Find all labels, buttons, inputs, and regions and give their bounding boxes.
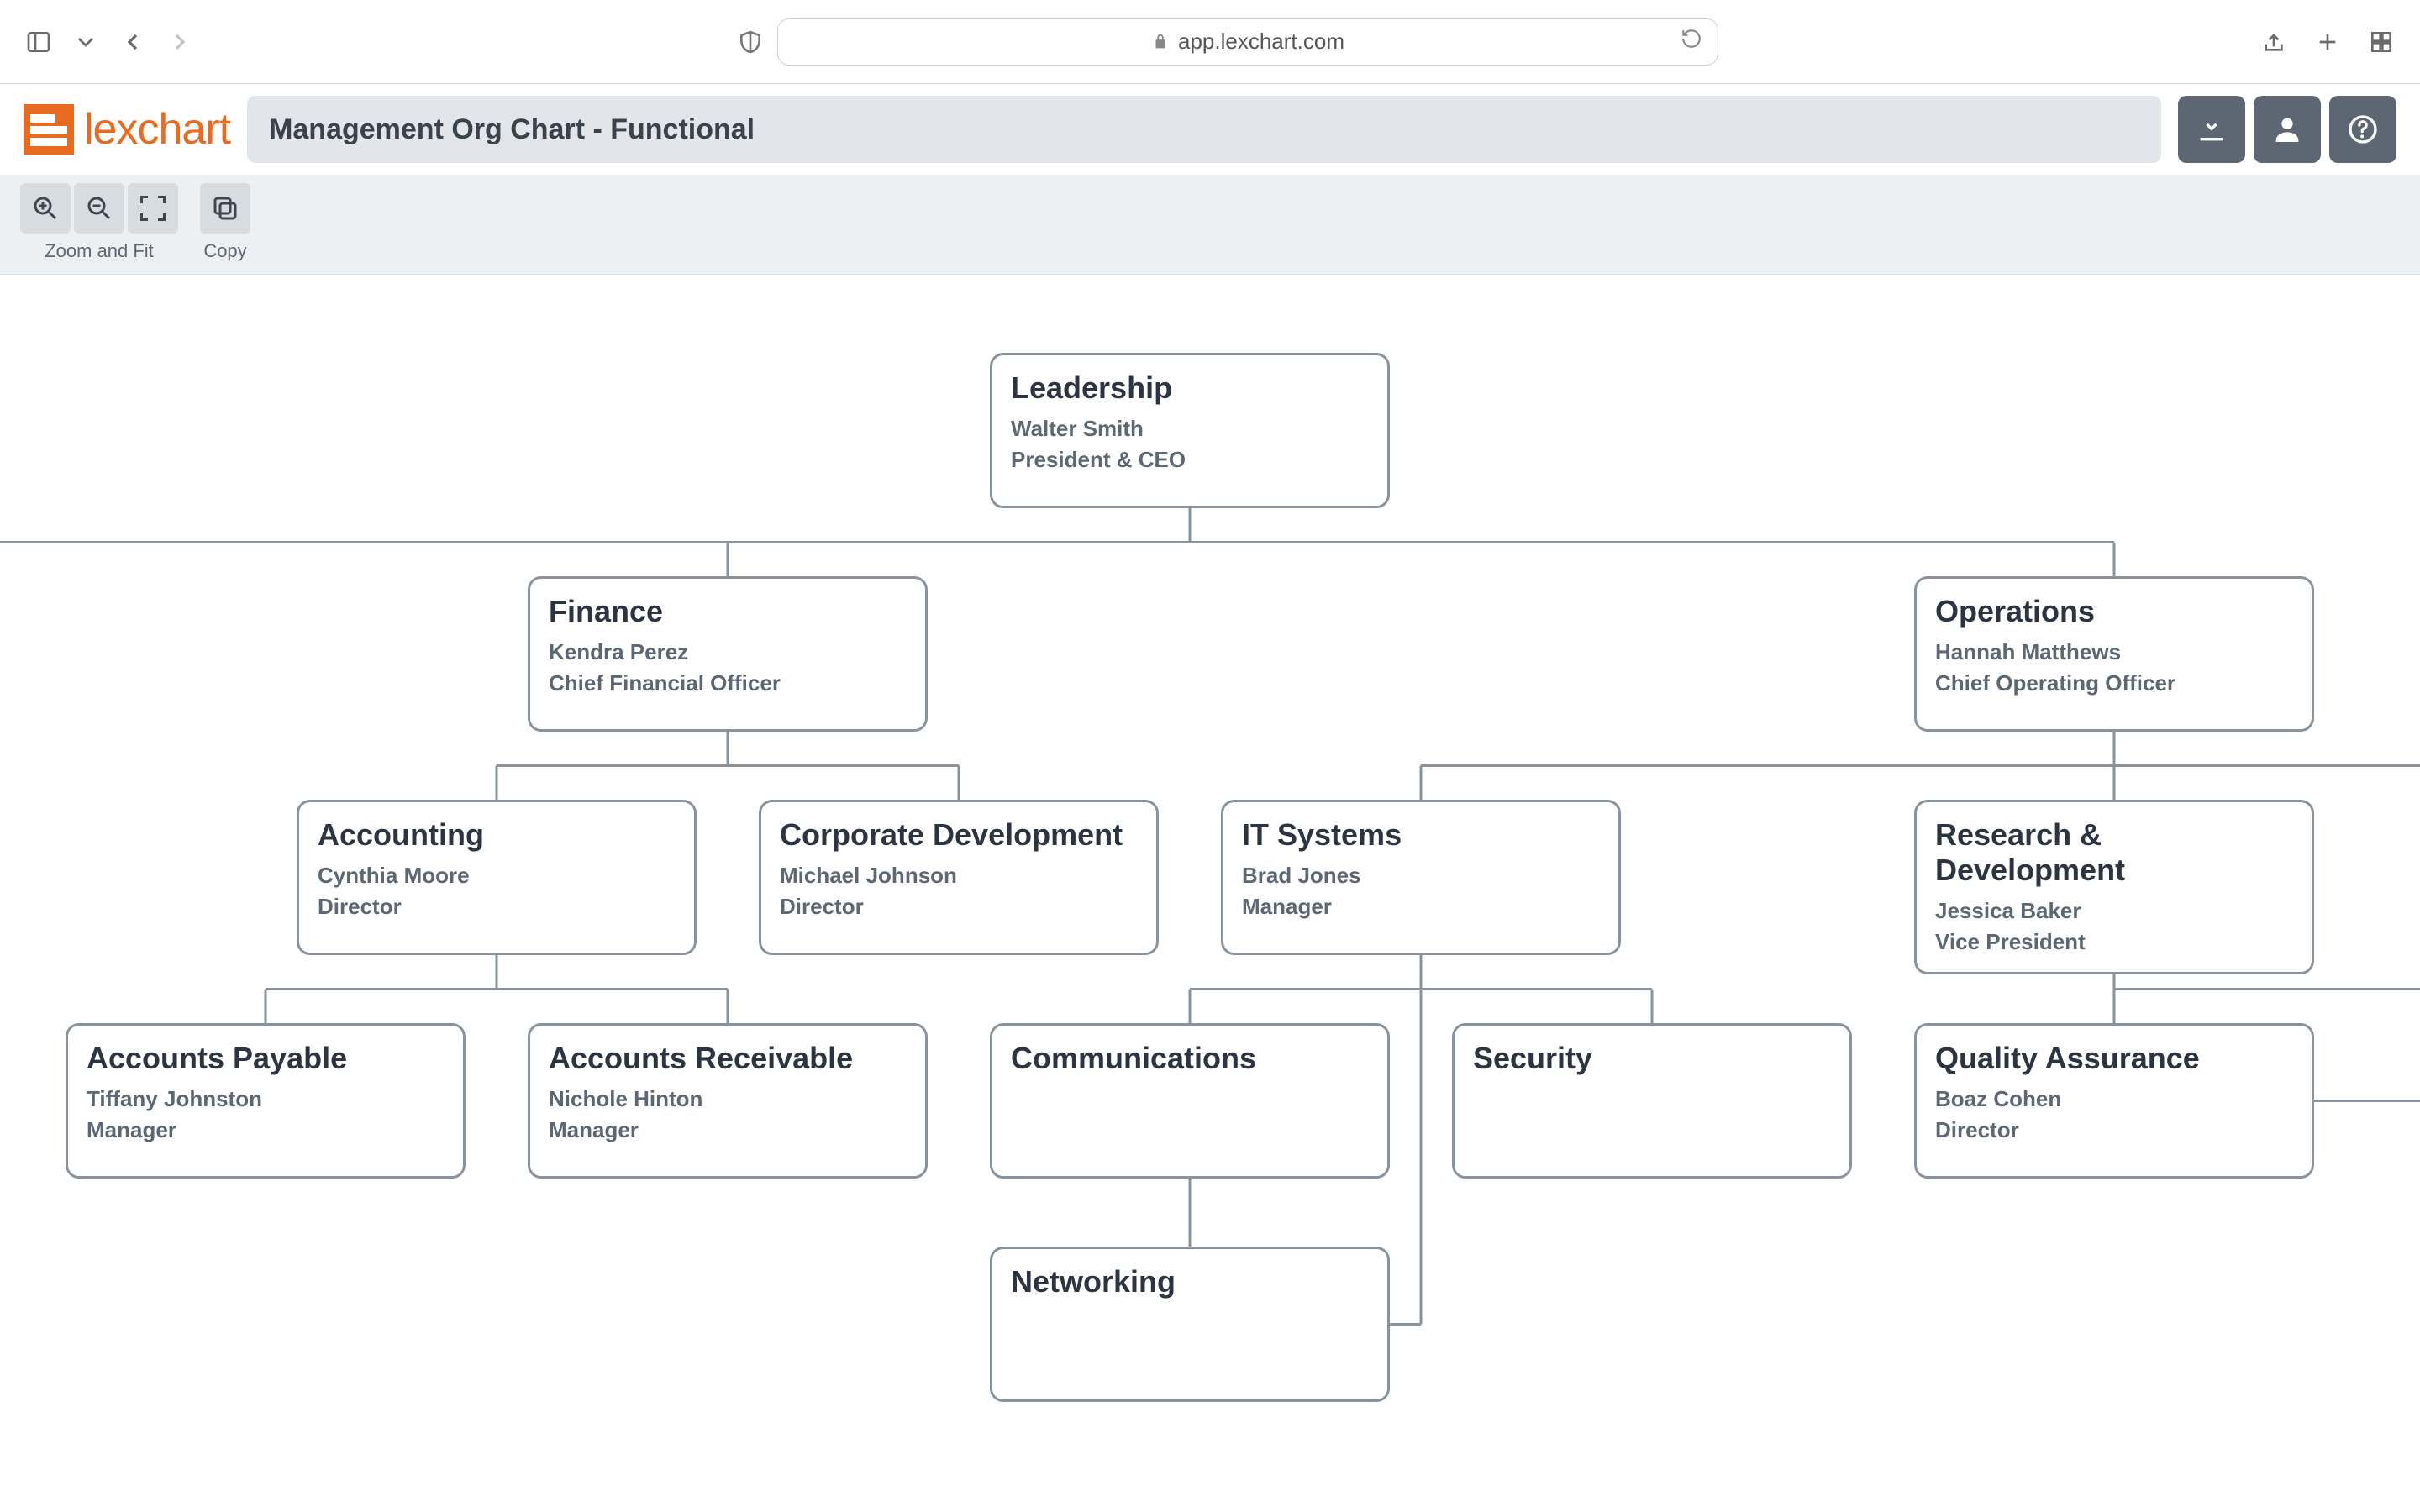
node-title: Accounting [318,817,676,853]
node-accounting[interactable]: Accounting Cynthia Moore Director [297,800,697,955]
node-person-role: Director [318,894,676,920]
node-person-name: Cynthia Moore [318,863,676,889]
node-person-name: Michael Johnson [780,863,1138,889]
privacy-shield-icon[interactable] [735,27,765,57]
node-corpdev[interactable]: Corporate Development Michael Johnson Dire… [759,800,1159,955]
node-finance[interactable]: Finance Kendra Perez Chief Financial Offic… [528,576,928,732]
tool-group-copy: Copy [200,183,250,262]
node-title: Research & Development [1935,817,2293,888]
address-bar[interactable]: app.lexchart.com [777,18,1718,66]
node-title: Communications [1011,1041,1369,1076]
share-icon[interactable] [2259,27,2289,57]
node-itsystems[interactable]: IT Systems Brad Jones Manager [1221,800,1621,955]
node-operations[interactable]: Operations Hannah Matthews Chief Operating… [1914,576,2314,732]
node-person-name: Kendra Perez [549,639,907,665]
node-ar[interactable]: Accounts Receivable Nichole Hinton Manager [528,1023,928,1179]
node-security[interactable]: Security [1452,1023,1852,1179]
chart-title-text: Management Org Chart - Functional [269,113,755,146]
node-person-role: Manager [1242,894,1600,920]
address-text: app.lexchart.com [1178,29,1344,55]
chart-canvas[interactable]: Leadership Walter Smith President & CEO Fin… [0,275,2420,1494]
browser-chrome: app.lexchart.com [0,0,2420,84]
back-icon[interactable] [118,27,148,57]
node-title: Quality Assurance [1935,1041,2293,1076]
node-comm[interactable]: Communications [990,1023,1390,1179]
node-person-name: Boaz Cohen [1935,1086,2293,1112]
header-actions [2178,96,2396,163]
chevron-down-icon[interactable] [71,27,101,57]
node-person-role: Manager [549,1117,907,1143]
browser-nav-left [24,27,195,57]
tool-group-zoom: Zoom and Fit [20,183,178,262]
tool-group-copy-label: Copy [203,240,246,262]
logo-wordmark: lexchart [84,104,230,155]
node-title: Operations [1935,594,2293,629]
node-person-role: Manager [87,1117,445,1143]
copy-button[interactable] [200,183,250,234]
node-title: IT Systems [1242,817,1600,853]
node-person-name: Jessica Baker [1935,898,2293,924]
node-person-role: Director [780,894,1138,920]
node-person-name: Nichole Hinton [549,1086,907,1112]
node-title: Finance [549,594,907,629]
browser-nav-right [2259,27,2396,57]
logo[interactable]: lexchart [24,104,230,155]
toolbar: Zoom and Fit Copy [0,175,2420,275]
node-person-role: Chief Operating Officer [1935,670,2293,696]
tool-group-zoom-label: Zoom and Fit [45,240,154,262]
node-title: Corporate Development [780,817,1138,853]
node-person-name: Hannah Matthews [1935,639,2293,665]
zoom-out-button[interactable] [74,183,124,234]
help-button[interactable] [2329,96,2396,163]
download-button[interactable] [2178,96,2245,163]
node-person-name: Tiffany Johnston [87,1086,445,1112]
node-title: Networking [1011,1264,1369,1299]
node-person-role: Chief Financial Officer [549,670,907,696]
node-person-role: President & CEO [1011,447,1369,473]
node-ap[interactable]: Accounts Payable Tiffany Johnston Manager [66,1023,466,1179]
logo-mark-icon [24,104,74,155]
node-leadership[interactable]: Leadership Walter Smith President & CEO [990,353,1390,508]
sidebar-toggle-icon[interactable] [24,27,54,57]
node-networking[interactable]: Networking [990,1247,1390,1402]
chart-title-input[interactable]: Management Org Chart - Functional [247,96,2161,163]
node-person-role: Director [1935,1117,2293,1143]
tabs-overview-icon[interactable] [2366,27,2396,57]
fit-screen-button[interactable] [128,183,178,234]
node-qa[interactable]: Quality Assurance Boaz Cohen Director [1914,1023,2314,1179]
forward-icon [165,27,195,57]
new-tab-icon[interactable] [2312,27,2343,57]
node-title: Accounts Payable [87,1041,445,1076]
browser-center: app.lexchart.com [208,18,2245,66]
node-person-name: Brad Jones [1242,863,1600,889]
account-button[interactable] [2254,96,2321,163]
node-person-name: Walter Smith [1011,416,1369,442]
zoom-in-button[interactable] [20,183,71,234]
node-title: Security [1473,1041,1831,1076]
reload-icon[interactable] [1681,28,1702,55]
node-rnd[interactable]: Research & Development Jessica Baker Vice … [1914,800,2314,974]
node-title: Leadership [1011,370,1369,406]
node-title: Accounts Receivable [549,1041,907,1076]
app-header: lexchart Management Org Chart - Function… [0,84,2420,175]
node-person-role: Vice President [1935,929,2293,955]
